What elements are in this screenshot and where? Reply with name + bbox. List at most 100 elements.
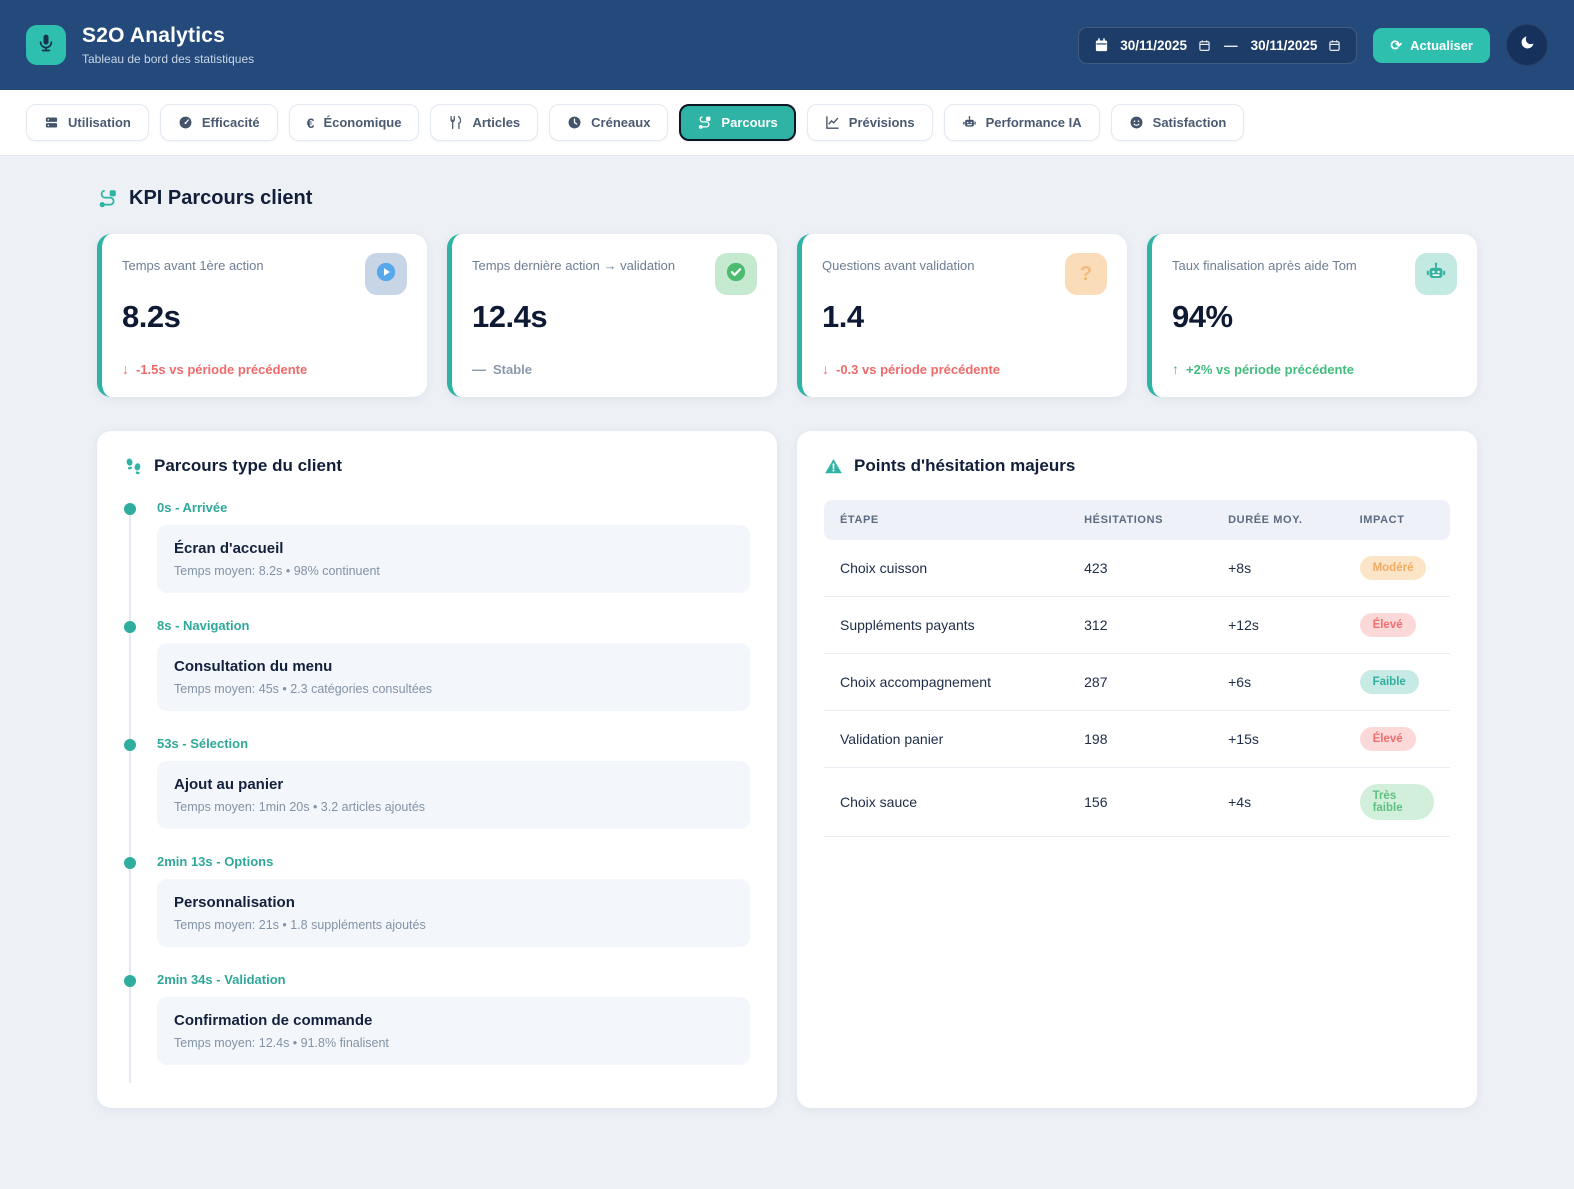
play-icon [375, 261, 397, 288]
journey-panel: Parcours type du client 0s - Arrivée Écra… [97, 431, 777, 1108]
table-cell: +15s [1212, 710, 1344, 768]
kpi-card-header: Questions avant validation? [822, 253, 1107, 295]
table-cell: Faible [1343, 653, 1450, 711]
tab-label: Créneaux [591, 115, 651, 130]
calendar-picker-icon[interactable] [1328, 39, 1341, 52]
utensils-icon [448, 115, 463, 130]
footsteps-icon [124, 457, 143, 476]
tab-label: Prévisions [848, 115, 915, 130]
kpi-value: 94% [1172, 299, 1233, 334]
euro-icon: € [306, 114, 315, 131]
tab-label: Efficacité [201, 115, 260, 130]
page: S2O Analytics Tableau de bord des statis… [0, 0, 1574, 1189]
app-subtitle: Tableau de bord des statistiques [82, 52, 255, 66]
check-icon [725, 261, 747, 288]
timeline-dot-icon [124, 503, 136, 515]
tab-satisfaction[interactable]: Satisfaction [1110, 104, 1245, 141]
tab-label: Économique [323, 115, 402, 130]
tab-prévisions[interactable]: Prévisions [806, 104, 933, 141]
refresh-icon: ⟳ [1390, 37, 1403, 53]
step-time-label: 0s - Arrivée [157, 500, 228, 515]
tab-performance-ia[interactable]: Performance IA [943, 104, 1100, 141]
journey-step: 2min 13s - Options Personnalisation Temps … [124, 854, 750, 947]
kpi-card-header: Taux finalisation après aide Tom [1172, 253, 1457, 295]
microphone-icon [36, 33, 56, 58]
step-title: Personnalisation [174, 894, 295, 911]
step-title: Ajout au panier [174, 776, 284, 793]
kpi-value: 8.2s [122, 299, 181, 334]
tab-créneaux[interactable]: Créneaux [549, 104, 669, 141]
tab-label: Satisfaction [1152, 115, 1227, 130]
tab-économique[interactable]: € Économique [288, 104, 420, 141]
server-icon [44, 115, 59, 130]
kpi-value: 1.4 [822, 299, 864, 334]
step-meta: Temps moyen: 45s • 2.3 catégories consul… [174, 682, 432, 696]
table-cell: Modéré [1343, 540, 1450, 597]
table-cell: 312 [1068, 596, 1213, 654]
robot-icon [962, 115, 977, 130]
tab-utilisation[interactable]: Utilisation [26, 104, 149, 141]
kpi-label: Temps avant 1ère action [122, 258, 264, 273]
kpi-trend: ↓ -1.5s vs période précédente [122, 361, 407, 377]
kpi-card: Temps avant 1ère action 8.2s ↓ -1.5s vs pér… [97, 234, 427, 397]
page-title: KPI Parcours client [97, 187, 1477, 210]
column-header: IMPACT [1343, 500, 1450, 540]
hesitation-panel-title: Points d'hésitation majeurs [824, 456, 1450, 476]
date-range-picker[interactable]: 30/11/2025 — 30/11/2025 [1078, 26, 1358, 64]
table-row: Choix sauce 156 +4s Très faible [824, 767, 1450, 837]
table-cell: Très faible [1343, 767, 1450, 837]
trend-flat-icon: — [472, 361, 486, 377]
table-cell: Choix accompagnement [824, 653, 1069, 711]
impact-badge: Élevé [1359, 613, 1416, 637]
dark-mode-toggle[interactable] [1506, 24, 1548, 66]
tab-articles[interactable]: Articles [430, 104, 539, 141]
tab-parcours[interactable]: Parcours [679, 104, 796, 141]
journey-panel-title-text: Parcours type du client [154, 456, 342, 475]
refresh-button[interactable]: ⟳ Actualiser [1373, 27, 1490, 63]
table-cell: +4s [1212, 767, 1344, 837]
table-cell: 198 [1068, 710, 1213, 768]
journey-step: 8s - Navigation Consultation du menu Temps… [124, 618, 750, 711]
calendar-icon [1094, 37, 1109, 53]
step-meta: Temps moyen: 12.4s • 91.8% finalisent [174, 1036, 389, 1050]
table-cell: +12s [1212, 596, 1344, 654]
step-card: Écran d'accueil Temps moyen: 8.2s • 98% c… [157, 525, 750, 593]
tab-label: Articles [472, 115, 521, 130]
kpi-card: Taux finalisation après aide Tom 94% ↑ +2% … [1147, 234, 1477, 397]
kpi-value: 12.4s [472, 299, 548, 334]
clock-icon [567, 115, 582, 130]
table-cell: 156 [1068, 767, 1213, 837]
column-header: DURÉE MOY. [1212, 500, 1344, 540]
kpi-card-header: Temps dernière action → validation [472, 253, 757, 295]
tab-efficacité[interactable]: Efficacité [159, 104, 278, 141]
refresh-label: Actualiser [1410, 37, 1473, 53]
table-row: Suppléments payants 312 +12s Élevé [824, 596, 1450, 654]
kpi-icon-badge [365, 253, 407, 295]
step-card: Ajout au panier Temps moyen: 1min 20s • 3… [157, 761, 750, 829]
step-title: Écran d'accueil [174, 540, 284, 557]
trend-down-icon: ↓ [822, 361, 829, 377]
kpi-cards: Temps avant 1ère action 8.2s ↓ -1.5s vs pér… [97, 234, 1477, 397]
journey-step: 53s - Sélection Ajout au panier Temps moye… [124, 736, 750, 829]
trend-down-icon: ↓ [122, 361, 129, 377]
hesitation-table: ÉTAPE HÉSITATIONS DURÉE MOY. IMPACT Choix c… [824, 500, 1450, 837]
date-from-input[interactable]: 30/11/2025 [1120, 38, 1187, 53]
step-time-label: 2min 13s - Options [157, 854, 274, 869]
step-meta: Temps moyen: 1min 20s • 3.2 articles ajo… [174, 800, 426, 814]
impact-badge: Modéré [1359, 556, 1427, 580]
column-header: ÉTAPE [824, 500, 1069, 540]
date-to-input[interactable]: 30/11/2025 [1251, 38, 1318, 53]
step-card: Confirmation de commande Temps moyen: 12.… [157, 997, 750, 1065]
table-cell: Choix cuisson [824, 540, 1069, 597]
table-cell: Élevé [1343, 710, 1450, 768]
calendar-picker-icon[interactable] [1198, 39, 1211, 52]
kpi-trend: ↑ +2% vs période précédente [1172, 361, 1457, 377]
column-header: HÉSITATIONS [1068, 500, 1213, 540]
table-row: Choix accompagnement 287 +6s Faible [824, 653, 1450, 711]
app-header: S2O Analytics Tableau de bord des statis… [0, 0, 1574, 90]
step-meta: Temps moyen: 21s • 1.8 suppléments ajout… [174, 918, 426, 932]
table-cell: Choix sauce [824, 767, 1069, 837]
table-row: Choix cuisson 423 +8s Modéré [824, 540, 1450, 597]
moon-icon [1519, 34, 1536, 56]
kpi-icon-badge [1415, 253, 1457, 295]
